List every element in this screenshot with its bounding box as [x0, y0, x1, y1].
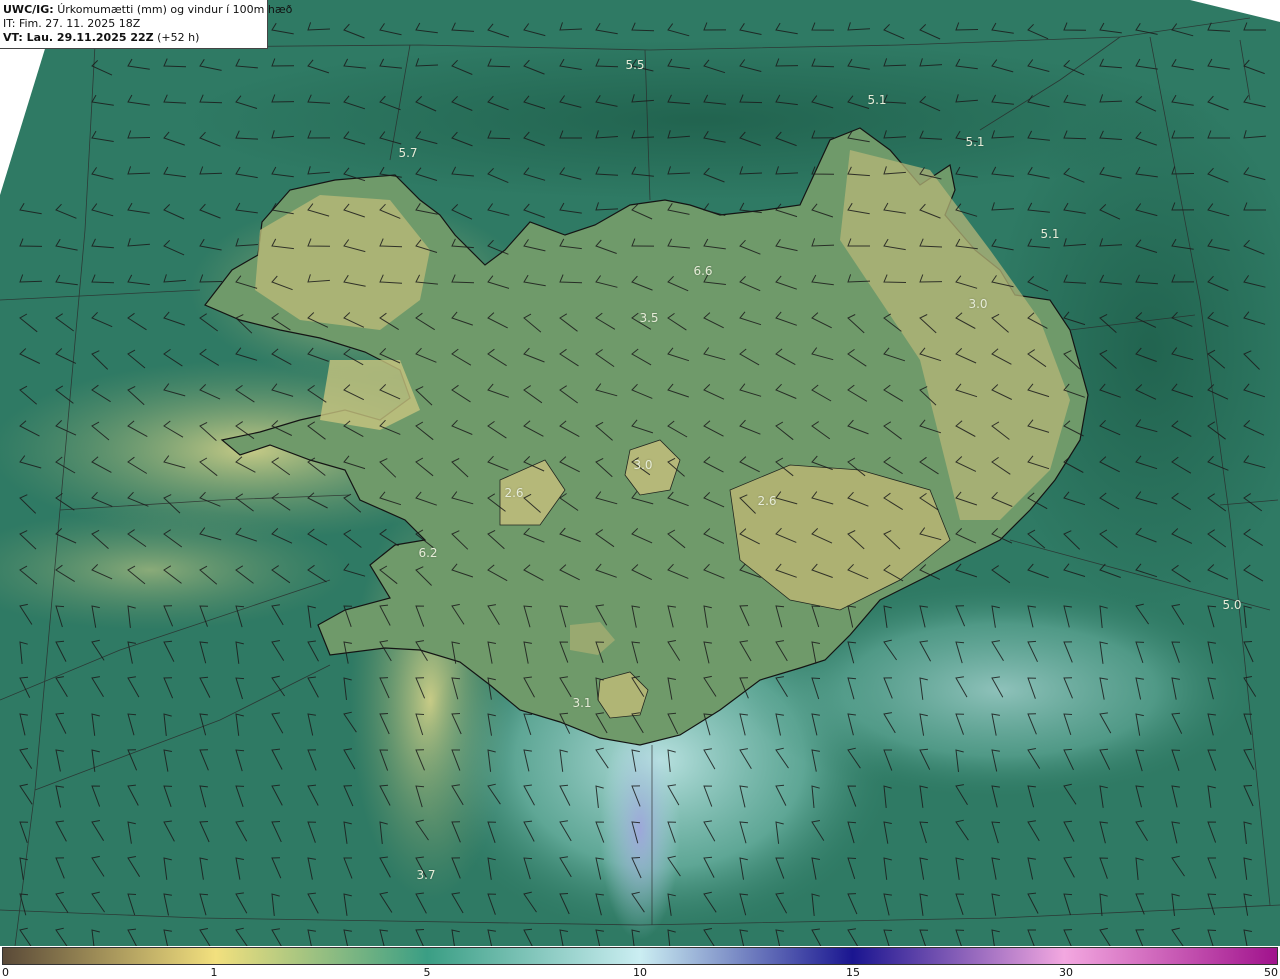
map-value-label: 2.6 [504, 486, 524, 500]
color-scale: 0 1 5 10 15 30 50 [0, 946, 1280, 979]
scale-tick: 1 [210, 966, 218, 979]
header-title-row: UWC/IG: Úrkomumætti (mm) og vindur í 100… [3, 3, 292, 17]
product-title: Úrkomumætti (mm) og vindur í 100m hæð [57, 3, 293, 16]
map-value-label: 3.1 [572, 696, 592, 710]
map-value-label: 5.0 [1222, 598, 1242, 612]
map-value-label: 5.1 [965, 135, 985, 149]
valid-time: VT: Lau. 29.11.2025 22Z [3, 31, 154, 44]
scale-tick: 10 [633, 966, 647, 979]
map-value-label: 3.0 [968, 297, 988, 311]
map-value-label: 5.1 [1040, 227, 1060, 241]
map-value-label: 3.7 [416, 868, 436, 882]
product-prefix: UWC/IG: [3, 3, 54, 16]
forecast-map [0, 0, 1280, 946]
scale-tick: 50 [1264, 966, 1278, 979]
map-value-label: 5.7 [398, 146, 418, 160]
init-time: IT: Fim. 27. 11. 2025 18Z [3, 17, 141, 30]
scale-tick: 30 [1059, 966, 1073, 979]
lead-time: (+52 h) [157, 31, 200, 44]
map-value-label: 5.5 [625, 58, 645, 72]
scale-tick: 0 [2, 966, 9, 979]
map-value-label: 3.0 [633, 458, 653, 472]
map-value-label: 2.6 [757, 494, 777, 508]
map-value-label: 3.5 [639, 311, 659, 325]
color-scale-bar [2, 947, 1278, 965]
scale-tick: 5 [423, 966, 431, 979]
scale-tick: 15 [846, 966, 860, 979]
map-value-label: 6.6 [693, 264, 713, 278]
valid-time-row: VT: Lau. 29.11.2025 22Z (+52 h) [3, 31, 267, 45]
map-value-label: 6.2 [418, 546, 438, 560]
map-value-label: 5.1 [867, 93, 887, 107]
header-info-box: UWC/IG: Úrkomumætti (mm) og vindur í 100… [0, 0, 292, 49]
